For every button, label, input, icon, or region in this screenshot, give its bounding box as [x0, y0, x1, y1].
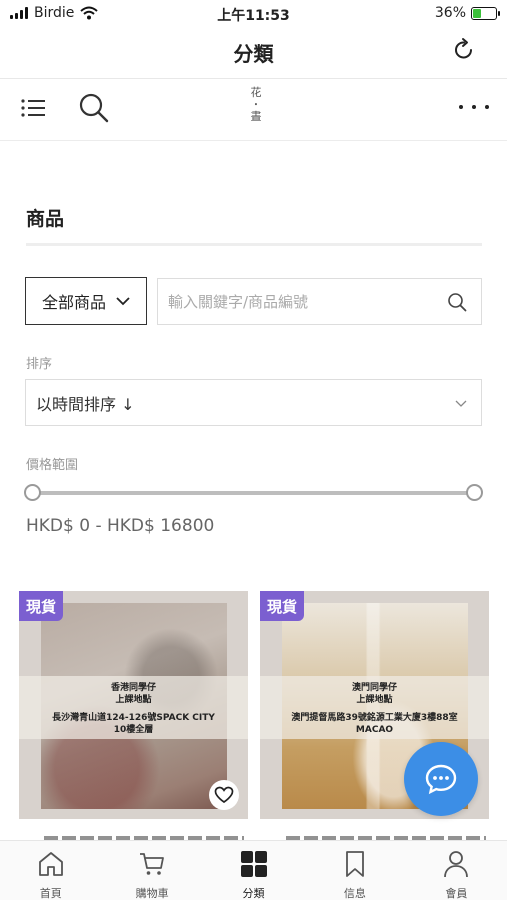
chevron-down-icon	[116, 297, 130, 306]
product-card[interactable]: 香港同學仔 上課地點 長沙灣青山道124-126號SPACK CITY 10樓全…	[19, 591, 248, 819]
status-time: 上午11:53	[217, 8, 290, 24]
chevron-down-icon	[455, 400, 467, 407]
list-menu-icon[interactable]	[20, 97, 46, 119]
more-dots-icon[interactable]	[459, 94, 489, 120]
sort-select[interactable]: 以時間排序 ↓	[25, 379, 482, 426]
tab-label: 會員	[445, 887, 468, 900]
section-title: 商品	[26, 208, 65, 230]
tab-label: 購物車	[135, 887, 169, 900]
price-slider-track[interactable]	[32, 491, 475, 495]
cart-icon	[140, 853, 165, 875]
nav-divider	[0, 78, 507, 79]
battery-percent: 36%	[434, 5, 466, 21]
toolbar-divider	[0, 140, 507, 141]
chat-bubble-icon	[425, 764, 457, 795]
search-placeholder: 輸入關鍵字/商品編號	[168, 293, 309, 311]
tab-label: 信息	[343, 887, 366, 900]
tab-member[interactable]: 會員	[406, 841, 507, 900]
user-icon	[444, 851, 469, 878]
tab-bar: 首頁 購物車 分類 信息 會員	[0, 840, 507, 900]
price-slider-max-handle[interactable]	[466, 484, 483, 501]
chat-button[interactable]	[404, 742, 478, 816]
overlay-subtitle: 上課地點	[115, 695, 152, 705]
tab-home[interactable]: 首頁	[0, 841, 101, 900]
search-input[interactable]: 輸入關鍵字/商品編號	[157, 278, 482, 325]
search-icon[interactable]	[78, 92, 110, 124]
category-value: 全部商品	[41, 293, 106, 312]
refresh-icon[interactable]	[451, 37, 477, 63]
overlay-address-2: 10樓全層	[113, 725, 154, 735]
stock-badge: 現貨	[19, 591, 63, 621]
status-right: 36%	[434, 5, 500, 21]
tab-label: 分類	[242, 887, 265, 900]
price-label: 價格範圍	[26, 458, 79, 473]
category-select[interactable]: 全部商品	[25, 277, 147, 325]
overlay-address: 澳門提督馬路39號銘源工業大廈3樓88室	[291, 713, 458, 723]
overlay-address-2: MACAO	[355, 725, 394, 735]
toolbar: 花 • 晝	[0, 80, 507, 140]
home-icon	[38, 852, 63, 876]
status-bar: Birdie 上午11:53 36%	[0, 0, 507, 28]
sort-label: 排序	[26, 357, 53, 372]
store-logo[interactable]: 花 • 晝	[246, 86, 266, 124]
battery-icon	[471, 6, 500, 20]
tab-messages[interactable]: 信息	[304, 841, 405, 900]
page-title: 分類	[233, 42, 274, 66]
heart-icon[interactable]	[209, 780, 239, 810]
price-range-text: HKD$ 0 - HKD$ 16800	[26, 516, 215, 536]
logo-dot: •	[253, 101, 259, 109]
bookmark-icon	[346, 851, 364, 877]
product-overlay: 澳門同學仔 上課地點 澳門提督馬路39號銘源工業大廈3樓88室 MACAO	[260, 676, 489, 739]
sort-value: 以時間排序 ↓	[36, 394, 135, 414]
section-divider	[26, 243, 482, 246]
stock-badge: 現貨	[260, 591, 304, 621]
overlay-address: 長沙灣青山道124-126號SPACK CITY	[52, 713, 215, 723]
tab-cart[interactable]: 購物車	[101, 841, 202, 900]
battery-fill	[473, 8, 481, 18]
grid-icon	[240, 851, 267, 877]
logo-char-2: 晝	[250, 110, 262, 123]
search-input-icon[interactable]	[447, 292, 467, 312]
logo-char-1: 花	[250, 86, 262, 99]
overlay-subtitle: 上課地點	[356, 695, 393, 705]
product-overlay: 香港同學仔 上課地點 長沙灣青山道124-126號SPACK CITY 10樓全…	[19, 676, 248, 739]
tab-label: 首頁	[39, 887, 62, 900]
tab-categories[interactable]: 分類	[203, 841, 304, 900]
price-slider-min-handle[interactable]	[24, 484, 41, 501]
overlay-title: 澳門同學仔	[351, 683, 397, 693]
overlay-title: 香港同學仔	[110, 683, 156, 693]
